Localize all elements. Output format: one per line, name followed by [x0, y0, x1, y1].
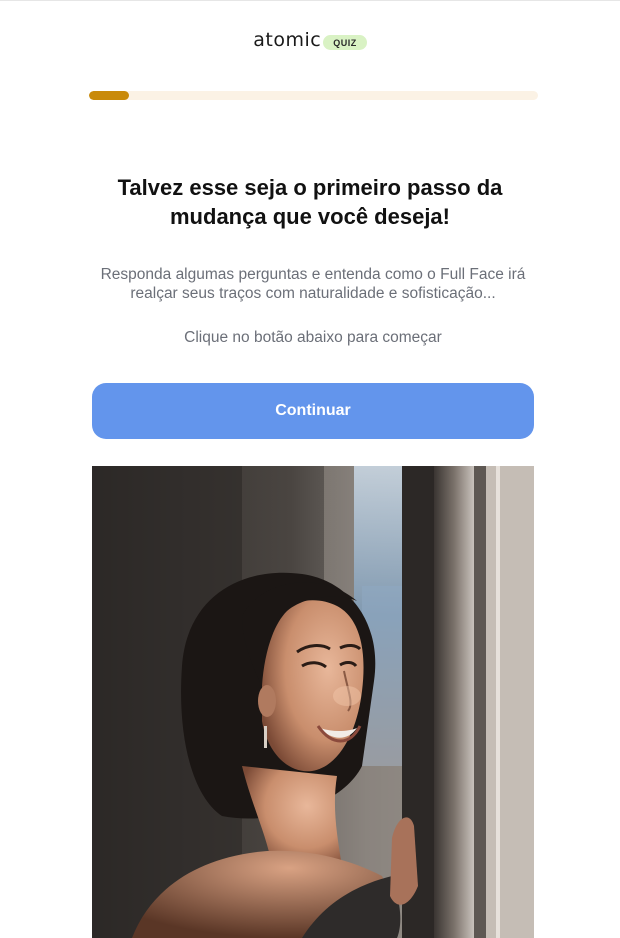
- brand-badge: QUIZ: [323, 34, 367, 50]
- brand-wordmark: atomic: [253, 29, 322, 51]
- start-hint: Clique no botão abaixo para começar: [184, 329, 442, 346]
- progress-bar: [89, 91, 538, 100]
- hero-image: [92, 466, 534, 938]
- intro-text: Responda algumas perguntas e entenda com…: [100, 266, 526, 302]
- top-divider: [0, 0, 620, 1]
- woman-by-window-illustration: [92, 466, 534, 938]
- page-title: Talvez esse seja o primeiro passo da mud…: [117, 175, 503, 229]
- progress-bar-fill: [89, 91, 130, 100]
- brand-logo: atomic QUIZ: [0, 29, 620, 51]
- continue-button[interactable]: Continuar: [92, 383, 534, 439]
